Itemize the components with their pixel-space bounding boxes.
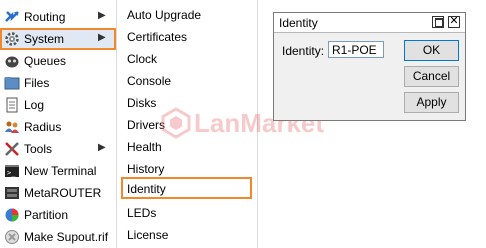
submenu-item-label: Certificates xyxy=(127,30,188,44)
submenu-arrow-icon: ▶ xyxy=(98,10,106,21)
identity-input[interactable] xyxy=(328,41,384,58)
submenu-item-auto-upgrade[interactable]: Auto Upgrade xyxy=(117,3,257,25)
menu-item-label: Radius xyxy=(24,120,62,134)
submenu-item-label: Auto Upgrade xyxy=(127,8,202,22)
dialog-titlebar[interactable]: Identity ✕ xyxy=(274,13,465,33)
submenu-item-certificates[interactable]: Certificates xyxy=(117,25,257,47)
ok-button[interactable]: OK xyxy=(404,40,459,61)
menu-item-metarouter[interactable]: MetaROUTER xyxy=(0,182,116,204)
submenu-item-history[interactable]: History xyxy=(117,157,257,179)
close-icon[interactable]: ✕ xyxy=(448,16,460,28)
submenu-arrow-icon: ▶ xyxy=(98,142,106,153)
submenu-item-label: Disks xyxy=(127,96,157,110)
submenu-arrow-icon: ▶ xyxy=(98,32,106,43)
submenu-item-label: Drivers xyxy=(127,118,165,132)
submenu-item-label: History xyxy=(127,162,165,176)
log-icon xyxy=(4,97,20,113)
restore-window-icon[interactable] xyxy=(432,16,444,28)
menu-item-label: New Terminal xyxy=(24,164,97,178)
menu-item-system[interactable]: System ▶ xyxy=(0,28,116,50)
submenu-item-identity[interactable]: Identity xyxy=(121,177,252,199)
system-gear-icon xyxy=(4,31,20,47)
menu-item-label: Files xyxy=(24,76,50,90)
svg-text:>_: >_ xyxy=(7,169,16,177)
menu-item-files[interactable]: Files xyxy=(0,72,116,94)
radius-users-icon xyxy=(4,119,20,135)
identity-dialog: Identity ✕ Identity: OK Cancel Apply xyxy=(273,12,466,121)
submenu-item-leds[interactable]: LEDs xyxy=(117,201,257,223)
submenu-item-label: Identity xyxy=(127,182,166,196)
folder-icon xyxy=(4,75,20,91)
menu-item-label: Make Supout.rif xyxy=(24,230,109,244)
menu-item-log[interactable]: Log xyxy=(0,94,116,116)
queues-icon xyxy=(4,53,20,69)
menu-item-new-terminal[interactable]: >_ New Terminal xyxy=(0,160,116,182)
partition-pie-icon xyxy=(4,207,20,223)
system-submenu: Auto Upgrade Certificates Clock Console … xyxy=(116,0,258,248)
menu-item-queues[interactable]: Queues xyxy=(0,50,116,72)
submenu-item-label: LEDs xyxy=(127,206,157,220)
terminal-icon: >_ xyxy=(4,163,20,179)
menu-item-label: Tools xyxy=(24,142,53,156)
tools-icon xyxy=(4,141,20,157)
menu-item-make-supout[interactable]: Make Supout.rif xyxy=(0,226,116,248)
submenu-item-clock[interactable]: Clock xyxy=(117,47,257,69)
menu-item-label: MetaROUTER xyxy=(24,186,102,200)
submenu-item-console[interactable]: Console xyxy=(117,69,257,91)
menu-item-partition[interactable]: Partition xyxy=(0,204,116,226)
menu-item-label: System xyxy=(24,32,65,46)
submenu-item-label: Console xyxy=(127,74,172,88)
main-menu: Routing ▶ System ▶ Queues Files Log Radi… xyxy=(0,0,117,248)
menu-item-radius[interactable]: Radius xyxy=(0,116,116,138)
submenu-item-drivers[interactable]: Drivers xyxy=(117,113,257,135)
submenu-item-health[interactable]: Health xyxy=(117,135,257,157)
menu-item-label: Queues xyxy=(24,54,67,68)
identity-field-label: Identity: xyxy=(282,44,325,58)
supout-icon xyxy=(4,229,20,245)
metarouter-icon xyxy=(4,185,20,201)
menu-item-tools[interactable]: Tools ▶ xyxy=(0,138,116,160)
submenu-item-disks[interactable]: Disks xyxy=(117,91,257,113)
menu-item-label: Partition xyxy=(24,208,69,222)
cancel-button[interactable]: Cancel xyxy=(404,66,459,87)
submenu-item-license[interactable]: License xyxy=(117,223,257,245)
menu-item-label: Log xyxy=(24,98,45,112)
menu-item-label: Routing xyxy=(24,10,66,24)
routing-icon xyxy=(4,9,20,25)
dialog-title: Identity xyxy=(279,16,318,30)
submenu-item-label: Health xyxy=(127,140,162,154)
apply-button[interactable]: Apply xyxy=(404,92,459,113)
menu-item-routing[interactable]: Routing ▶ xyxy=(0,6,116,28)
submenu-item-label: License xyxy=(127,228,169,242)
submenu-item-label: Clock xyxy=(127,52,158,66)
